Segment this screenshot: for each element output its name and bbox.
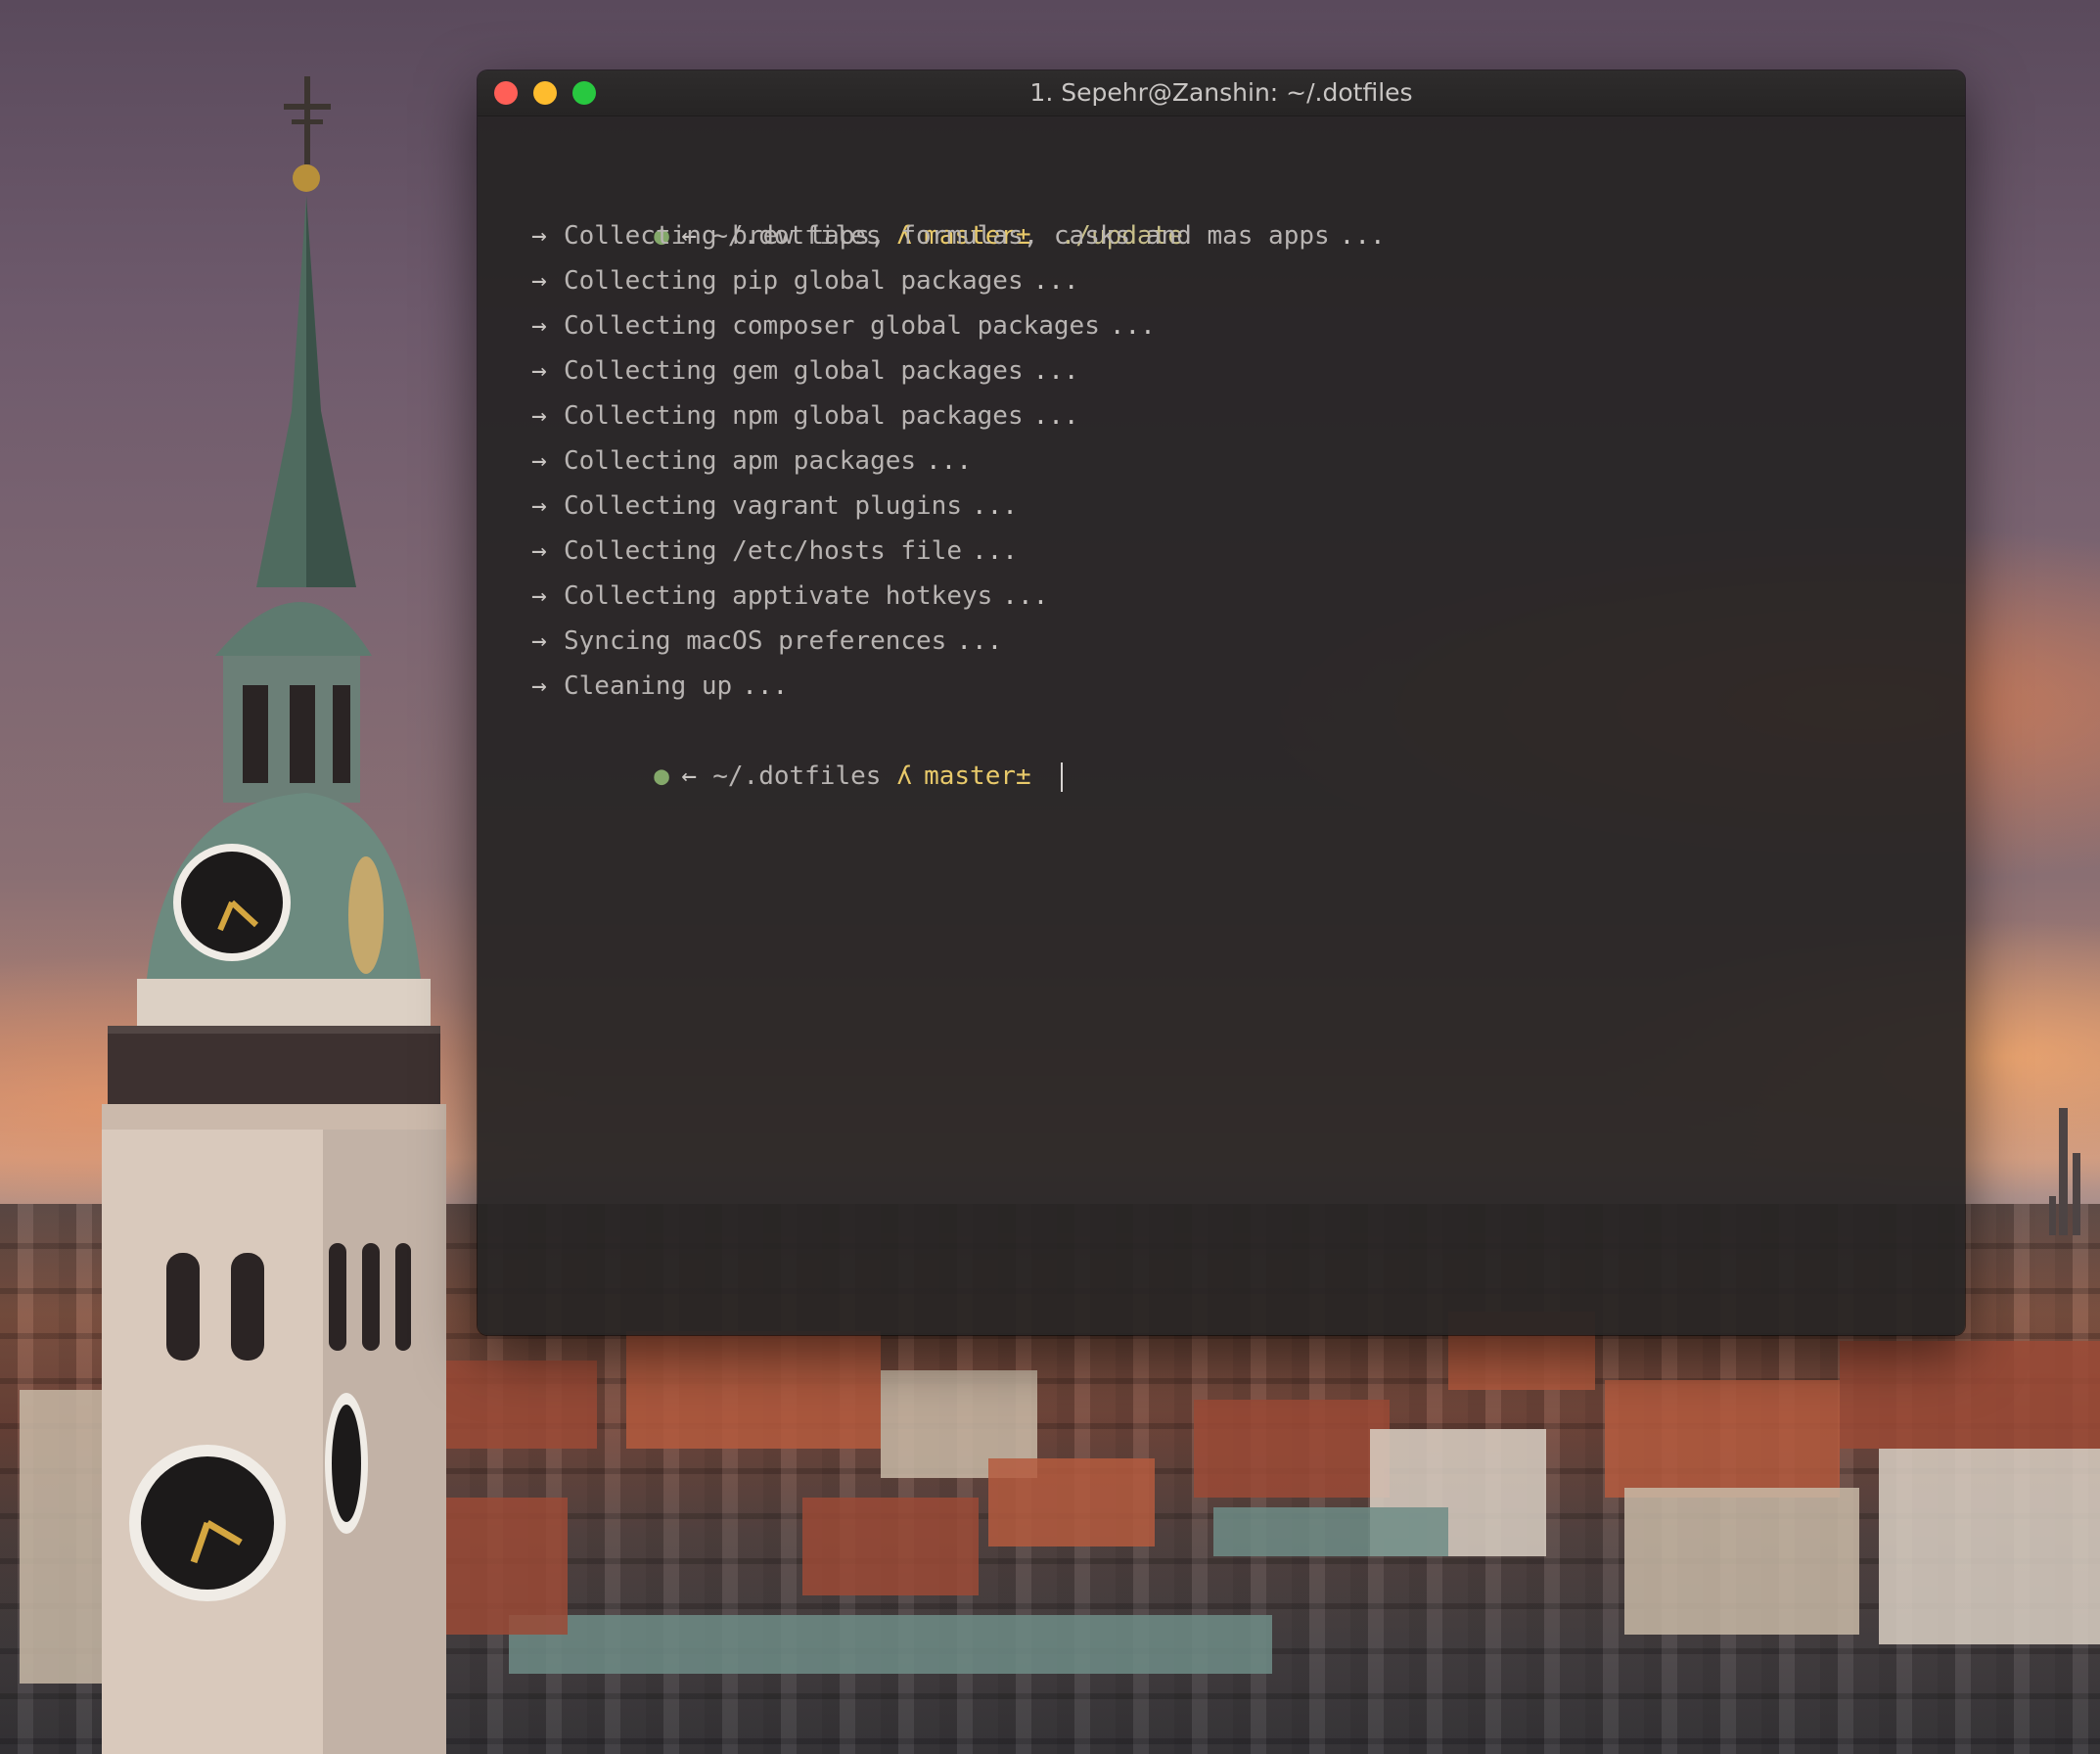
chimney-stack	[2049, 1196, 2056, 1235]
prompt-path: ~/.dotfiles	[712, 762, 882, 791]
arrow-icon: →	[531, 671, 547, 701]
output-ellipsis: ...	[972, 491, 1018, 521]
arrow-icon: →	[531, 581, 547, 611]
output-text: Collecting gem global packages	[564, 356, 1024, 386]
chimney-stack	[2059, 1108, 2068, 1235]
output-line: → Collecting vagrant plugins...	[531, 484, 1926, 529]
chimney-stack	[2073, 1153, 2080, 1235]
arrow-icon: →	[531, 536, 547, 566]
output-text: Collecting pip global packages	[564, 266, 1024, 296]
output-line: → Collecting brew taps, formulas, casks a…	[531, 213, 1926, 258]
output-ellipsis: ...	[1032, 401, 1079, 431]
output-line: → Collecting gem global packages...	[531, 348, 1926, 393]
output-line: → Collecting apm packages...	[531, 438, 1926, 484]
output-line: → Collecting /etc/hosts file...	[531, 529, 1926, 574]
output-ellipsis: ...	[926, 446, 972, 476]
status-dot-icon: ●	[654, 762, 669, 791]
output-text: Cleaning up	[564, 671, 733, 701]
church-tower-illustration	[102, 76, 446, 1754]
arrow-icon: →	[531, 446, 547, 476]
terminal-window[interactable]: 1. Sepehr@Zanshin: ~/.dotfiles ● ← ~/.dotf…	[478, 70, 1965, 1335]
desktop-wallpaper: 1. Sepehr@Zanshin: ~/.dotfiles ● ← ~/.dotf…	[0, 0, 2100, 1754]
arrow-icon: →	[531, 221, 547, 251]
arrow-icon: →	[531, 311, 547, 341]
output-ellipsis: ...	[742, 671, 789, 701]
prompt-line: ● ← ~/.dotfiles ʎ master±	[531, 709, 1926, 792]
git-branch: master±	[924, 762, 1031, 791]
arrow-icon: →	[531, 491, 547, 521]
output-text: Collecting apptivate hotkeys	[564, 581, 993, 611]
arrow-icon: →	[531, 356, 547, 386]
window-titlebar[interactable]: 1. Sepehr@Zanshin: ~/.dotfiles	[478, 70, 1965, 116]
output-text: Collecting composer global packages	[564, 311, 1100, 341]
output-line: → Collecting apptivate hotkeys...	[531, 574, 1926, 619]
back-arrow-icon: ←	[681, 762, 697, 791]
output-text: Collecting apm packages	[564, 446, 917, 476]
output-ellipsis: ...	[1002, 581, 1049, 611]
output-ellipsis: ...	[1109, 311, 1156, 341]
output-text: Collecting /etc/hosts file	[564, 536, 962, 566]
text-cursor[interactable]	[1060, 762, 1063, 792]
output-line: → Cleaning up...	[531, 664, 1926, 709]
terminal-output[interactable]: ● ← ~/.dotfiles ʎ master± ./update → Collectin…	[531, 168, 1926, 792]
output-text: Collecting vagrant plugins	[564, 491, 962, 521]
prompt-line: ● ← ~/.dotfiles ʎ master± ./update	[531, 168, 1926, 251]
output-line: → Collecting pip global packages...	[531, 258, 1926, 303]
arrow-icon: →	[531, 626, 547, 656]
output-ellipsis: ...	[956, 626, 1003, 656]
output-ellipsis: ...	[1032, 356, 1079, 386]
output-line: → Collecting npm global packages...	[531, 393, 1926, 438]
output-text: Syncing macOS preferences	[564, 626, 947, 656]
git-branch-icon: ʎ	[896, 762, 913, 791]
arrow-icon: →	[531, 401, 547, 431]
output-line: → Syncing macOS preferences...	[531, 619, 1926, 664]
window-title: 1. Sepehr@Zanshin: ~/.dotfiles	[1029, 78, 1413, 107]
output-text: Collecting brew taps, formulas, casks an…	[564, 221, 1330, 251]
output-ellipsis: ...	[972, 536, 1018, 566]
output-text: Collecting npm global packages	[564, 401, 1024, 431]
output-ellipsis: ...	[1032, 266, 1079, 296]
output-ellipsis: ...	[1339, 221, 1386, 251]
output-line: → Collecting composer global packages...	[531, 303, 1926, 348]
arrow-icon: →	[531, 266, 547, 296]
